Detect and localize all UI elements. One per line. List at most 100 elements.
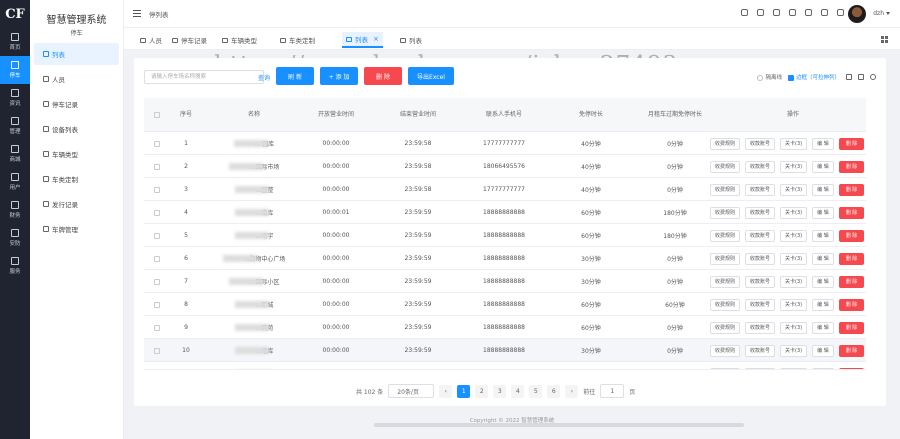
edit-button[interactable]: 编 辑 xyxy=(812,344,834,357)
page-size-select[interactable]: 20条/页 xyxy=(388,384,435,398)
bell-icon[interactable] xyxy=(773,9,780,16)
avatar[interactable] xyxy=(848,5,866,23)
account-button[interactable]: 收款账号 xyxy=(745,183,776,196)
col-open[interactable]: 开放营业时间 xyxy=(296,98,376,132)
fullscreen-icon[interactable] xyxy=(789,9,796,16)
tab-item[interactable]: 人员 xyxy=(136,32,166,48)
row-checkbox[interactable] xyxy=(154,301,160,308)
col-name[interactable]: 名称 xyxy=(212,98,296,132)
page-button[interactable]: 2 xyxy=(475,384,489,398)
fee-rule-button[interactable]: 收费规则 xyxy=(710,298,741,311)
table-row[interactable]: 7 ...国际小区 00:00:00 23:59:59 18888888888 30分钟 0… xyxy=(144,270,866,293)
subnav-item[interactable]: 车牌管理 xyxy=(34,218,119,240)
gate-button[interactable]: 关卡(3) xyxy=(780,252,808,265)
rail-item[interactable]: 停车 xyxy=(0,56,30,84)
select-all-checkbox[interactable] xyxy=(154,112,160,118)
col-monthly[interactable]: 月租车过期免停时长 xyxy=(634,98,716,132)
gate-button[interactable]: 关卡(3) xyxy=(780,367,808,369)
row-checkbox[interactable] xyxy=(154,163,160,170)
edit-button[interactable]: 编 辑 xyxy=(812,367,834,369)
table-row[interactable]: 2 ...国际市场 00:00:00 23:59:58 18066495576 40分钟 0… xyxy=(144,155,866,178)
gate-button[interactable]: 关卡(3) xyxy=(780,137,808,150)
account-button[interactable]: 收款账号 xyxy=(745,275,776,288)
gate-button[interactable]: 关卡(3) xyxy=(780,229,808,242)
page-button[interactable]: 1 xyxy=(457,384,471,398)
table-row[interactable]: 1 ...ᐧ园库 00:00:00 23:59:58 17777777777 40分钟 0分… xyxy=(144,132,866,155)
grid-icon[interactable] xyxy=(881,36,888,43)
table-row[interactable]: 9 ...商苑 00:00:00 23:59:59 18888888888 60分钟 0分钟… xyxy=(144,316,866,339)
page-button[interactable]: 5 xyxy=(529,384,543,398)
tab-item[interactable]: 列表 xyxy=(396,32,426,48)
edit-button[interactable]: 编 辑 xyxy=(812,137,834,150)
table-row[interactable]: 11 ...区 00:00:0023:59:591888888888830分钟0分钟… xyxy=(144,362,866,370)
subnav-item[interactable]: 停车记录 xyxy=(34,93,119,115)
rail-item[interactable]: 安防 xyxy=(0,224,30,252)
subnav-item[interactable]: 车辆类型 xyxy=(34,143,119,165)
tab-item[interactable]: 列表 × xyxy=(342,32,383,48)
rail-item[interactable]: 商城 xyxy=(0,140,30,168)
col-free[interactable]: 免停时长 xyxy=(548,98,634,132)
border-checkbox[interactable]: 边框（可拉伸列） xyxy=(787,73,840,81)
row-delete-button[interactable]: 删 除 xyxy=(838,367,865,369)
page-button[interactable]: 4 xyxy=(511,384,525,398)
account-button[interactable]: 收款账号 xyxy=(745,229,776,242)
tab-item[interactable]: 车类定制 xyxy=(276,32,319,48)
rail-item[interactable]: 资讯 xyxy=(0,84,30,112)
row-checkbox[interactable] xyxy=(154,324,160,331)
edit-button[interactable]: 编 辑 xyxy=(812,229,834,242)
subnav-item[interactable]: 车类定制 xyxy=(34,168,119,190)
table-row[interactable]: 10 ...地库 00:00:00 23:59:59 18888888888 30分钟 0分… xyxy=(144,339,866,362)
table-row[interactable]: 4 ...南库 00:00:01 23:59:59 18888888888 60分钟 180… xyxy=(144,201,866,224)
add-button[interactable]: + 添 加 xyxy=(320,67,358,85)
fee-rule-button[interactable]: 收费规则 xyxy=(710,160,741,173)
rail-item[interactable]: 管理 xyxy=(0,112,30,140)
row-delete-button[interactable]: 删 除 xyxy=(838,321,865,334)
export-button[interactable]: 导出Excel xyxy=(408,67,454,85)
rail-item[interactable]: 服务 xyxy=(0,252,30,280)
lock-icon[interactable] xyxy=(741,9,748,16)
gate-button[interactable]: 关卡(3) xyxy=(780,321,808,334)
fee-rule-button[interactable]: 收费规则 xyxy=(710,229,741,242)
subnav-item[interactable]: 列表 xyxy=(34,43,119,65)
subnav-item[interactable]: 发行记录 xyxy=(34,193,119,215)
table-row[interactable]: 8 ...新城 00:00:00 23:59:59 18888888888 60分钟 60分… xyxy=(144,293,866,316)
table-row[interactable]: 6 ...购物中心广场 00:00:00 23:59:59 18888888888 30分… xyxy=(144,247,866,270)
row-checkbox[interactable] xyxy=(154,278,160,285)
settings-icon[interactable] xyxy=(837,9,844,16)
row-delete-button[interactable]: 删 除 xyxy=(838,298,865,311)
fee-rule-button[interactable]: 收费规则 xyxy=(710,206,741,219)
fee-rule-button[interactable]: 收费规则 xyxy=(710,137,741,150)
row-checkbox[interactable] xyxy=(154,255,160,262)
menu-toggle-icon[interactable] xyxy=(133,10,141,17)
next-page-button[interactable]: › xyxy=(565,384,579,398)
edit-button[interactable]: 编 辑 xyxy=(812,206,834,219)
refresh-icon[interactable] xyxy=(805,9,812,16)
account-button[interactable]: 收款账号 xyxy=(745,160,776,173)
account-button[interactable]: 收款账号 xyxy=(745,137,776,150)
row-delete-button[interactable]: 删 除 xyxy=(838,275,865,288)
fee-rule-button[interactable]: 收费规则 xyxy=(710,252,741,265)
chevron-down-icon[interactable] xyxy=(886,12,890,15)
gate-button[interactable]: 关卡(3) xyxy=(780,160,808,173)
edit-button[interactable]: 编 辑 xyxy=(812,160,834,173)
row-checkbox[interactable] xyxy=(154,140,160,147)
expand-icon[interactable] xyxy=(846,74,852,80)
table-row[interactable]: 3 ...园整 00:00:00 23:59:58 17777777777 40分钟 0分钟… xyxy=(144,178,866,201)
edit-button[interactable]: 编 辑 xyxy=(812,321,834,334)
subnav-item[interactable]: 人员 xyxy=(34,68,119,90)
fee-rule-button[interactable]: 收费规则 xyxy=(710,275,741,288)
edit-button[interactable]: 编 辑 xyxy=(812,298,834,311)
page-button[interactable]: 6 xyxy=(547,384,561,398)
fee-rule-button[interactable]: 收费规则 xyxy=(710,344,741,357)
edit-button[interactable]: 编 辑 xyxy=(812,275,834,288)
row-delete-button[interactable]: 删 除 xyxy=(838,344,865,357)
account-button[interactable]: 收款账号 xyxy=(745,367,776,369)
account-button[interactable]: 收款账号 xyxy=(745,344,776,357)
gate-button[interactable]: 关卡(3) xyxy=(780,298,808,311)
col-close[interactable]: 结束营业时间 xyxy=(376,98,460,132)
col-phone[interactable]: 联系人手机号 xyxy=(460,98,548,132)
gate-button[interactable]: 关卡(3) xyxy=(780,344,808,357)
row-delete-button[interactable]: 删 除 xyxy=(838,206,865,219)
row-delete-button[interactable]: 删 除 xyxy=(838,229,865,242)
col-no[interactable]: 序号 xyxy=(176,98,196,132)
